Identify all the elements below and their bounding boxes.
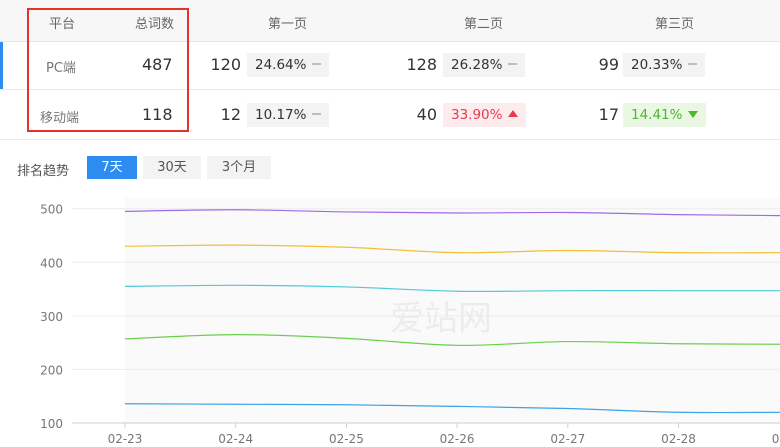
page1-count: 12 bbox=[220, 105, 241, 124]
page2-pct-badge: 33.90% bbox=[443, 103, 527, 127]
tab-7-days[interactable]: 7天 bbox=[87, 156, 137, 179]
x-tick-label: 03-01 bbox=[772, 432, 780, 446]
header-page1: 第一页 bbox=[268, 17, 308, 32]
flat-trend-icon bbox=[508, 63, 518, 65]
watermark-logo: 爱站网 bbox=[390, 299, 492, 339]
page2-pct: 26.28% bbox=[451, 57, 503, 73]
flat-trend-icon bbox=[312, 63, 322, 65]
x-tick-label: 02-27 bbox=[550, 432, 585, 446]
flat-trend-icon bbox=[688, 63, 698, 65]
tab-30-days[interactable]: 30天 bbox=[143, 156, 201, 179]
x-tick-label: 02-25 bbox=[329, 432, 364, 446]
flat-trend-icon bbox=[312, 113, 322, 115]
arrow-up-icon bbox=[508, 110, 519, 117]
ranking-table: 平台 总词数 第一页 第二页 第三页 PC端 487 120 24.64% 12… bbox=[0, 0, 780, 141]
page1-pct-badge: 24.64% bbox=[247, 53, 330, 77]
highlight-box bbox=[27, 8, 189, 132]
header-page3: 第三页 bbox=[655, 17, 695, 32]
page3-pct: 20.33% bbox=[631, 57, 683, 73]
ranking-trend-chart: 爱站网 100 200 300 400 500 02-23 02-24 02-25 02-26 02… bbox=[40, 198, 780, 446]
page2-pct: 33.90% bbox=[451, 107, 503, 123]
tab-3-months[interactable]: 3个月 bbox=[207, 156, 271, 179]
trend-label: 排名趋势 bbox=[17, 164, 70, 179]
page1-pct: 24.64% bbox=[255, 57, 307, 73]
page1-count: 120 bbox=[210, 55, 241, 74]
page3-count: 99 bbox=[598, 55, 619, 74]
page3-pct-badge: 20.33% bbox=[623, 53, 706, 77]
page3-count: 17 bbox=[598, 105, 619, 124]
x-tick-label: 02-26 bbox=[440, 432, 475, 446]
page2-count: 40 bbox=[416, 105, 437, 124]
y-tick-label: 500 bbox=[40, 203, 63, 217]
page1-pct-badge: 10.17% bbox=[247, 103, 330, 127]
page3-pct-badge: 14.41% bbox=[623, 103, 707, 127]
y-tick-label: 100 bbox=[40, 417, 63, 431]
page3-pct: 14.41% bbox=[631, 107, 683, 123]
page2-count: 128 bbox=[406, 55, 437, 74]
y-tick-label: 400 bbox=[40, 256, 63, 270]
header-page2: 第二页 bbox=[464, 17, 504, 32]
arrow-down-icon bbox=[688, 110, 699, 118]
page2-pct-badge: 26.28% bbox=[443, 53, 526, 77]
y-tick-label: 300 bbox=[40, 310, 63, 324]
svg-text:爱站网: 爱站网 bbox=[390, 299, 492, 339]
page1-pct: 10.17% bbox=[255, 107, 307, 123]
y-tick-label: 200 bbox=[40, 363, 63, 377]
x-tick-label: 02-28 bbox=[661, 432, 696, 446]
x-tick-label: 02-23 bbox=[108, 432, 143, 446]
x-tick-label: 02-24 bbox=[218, 432, 253, 446]
